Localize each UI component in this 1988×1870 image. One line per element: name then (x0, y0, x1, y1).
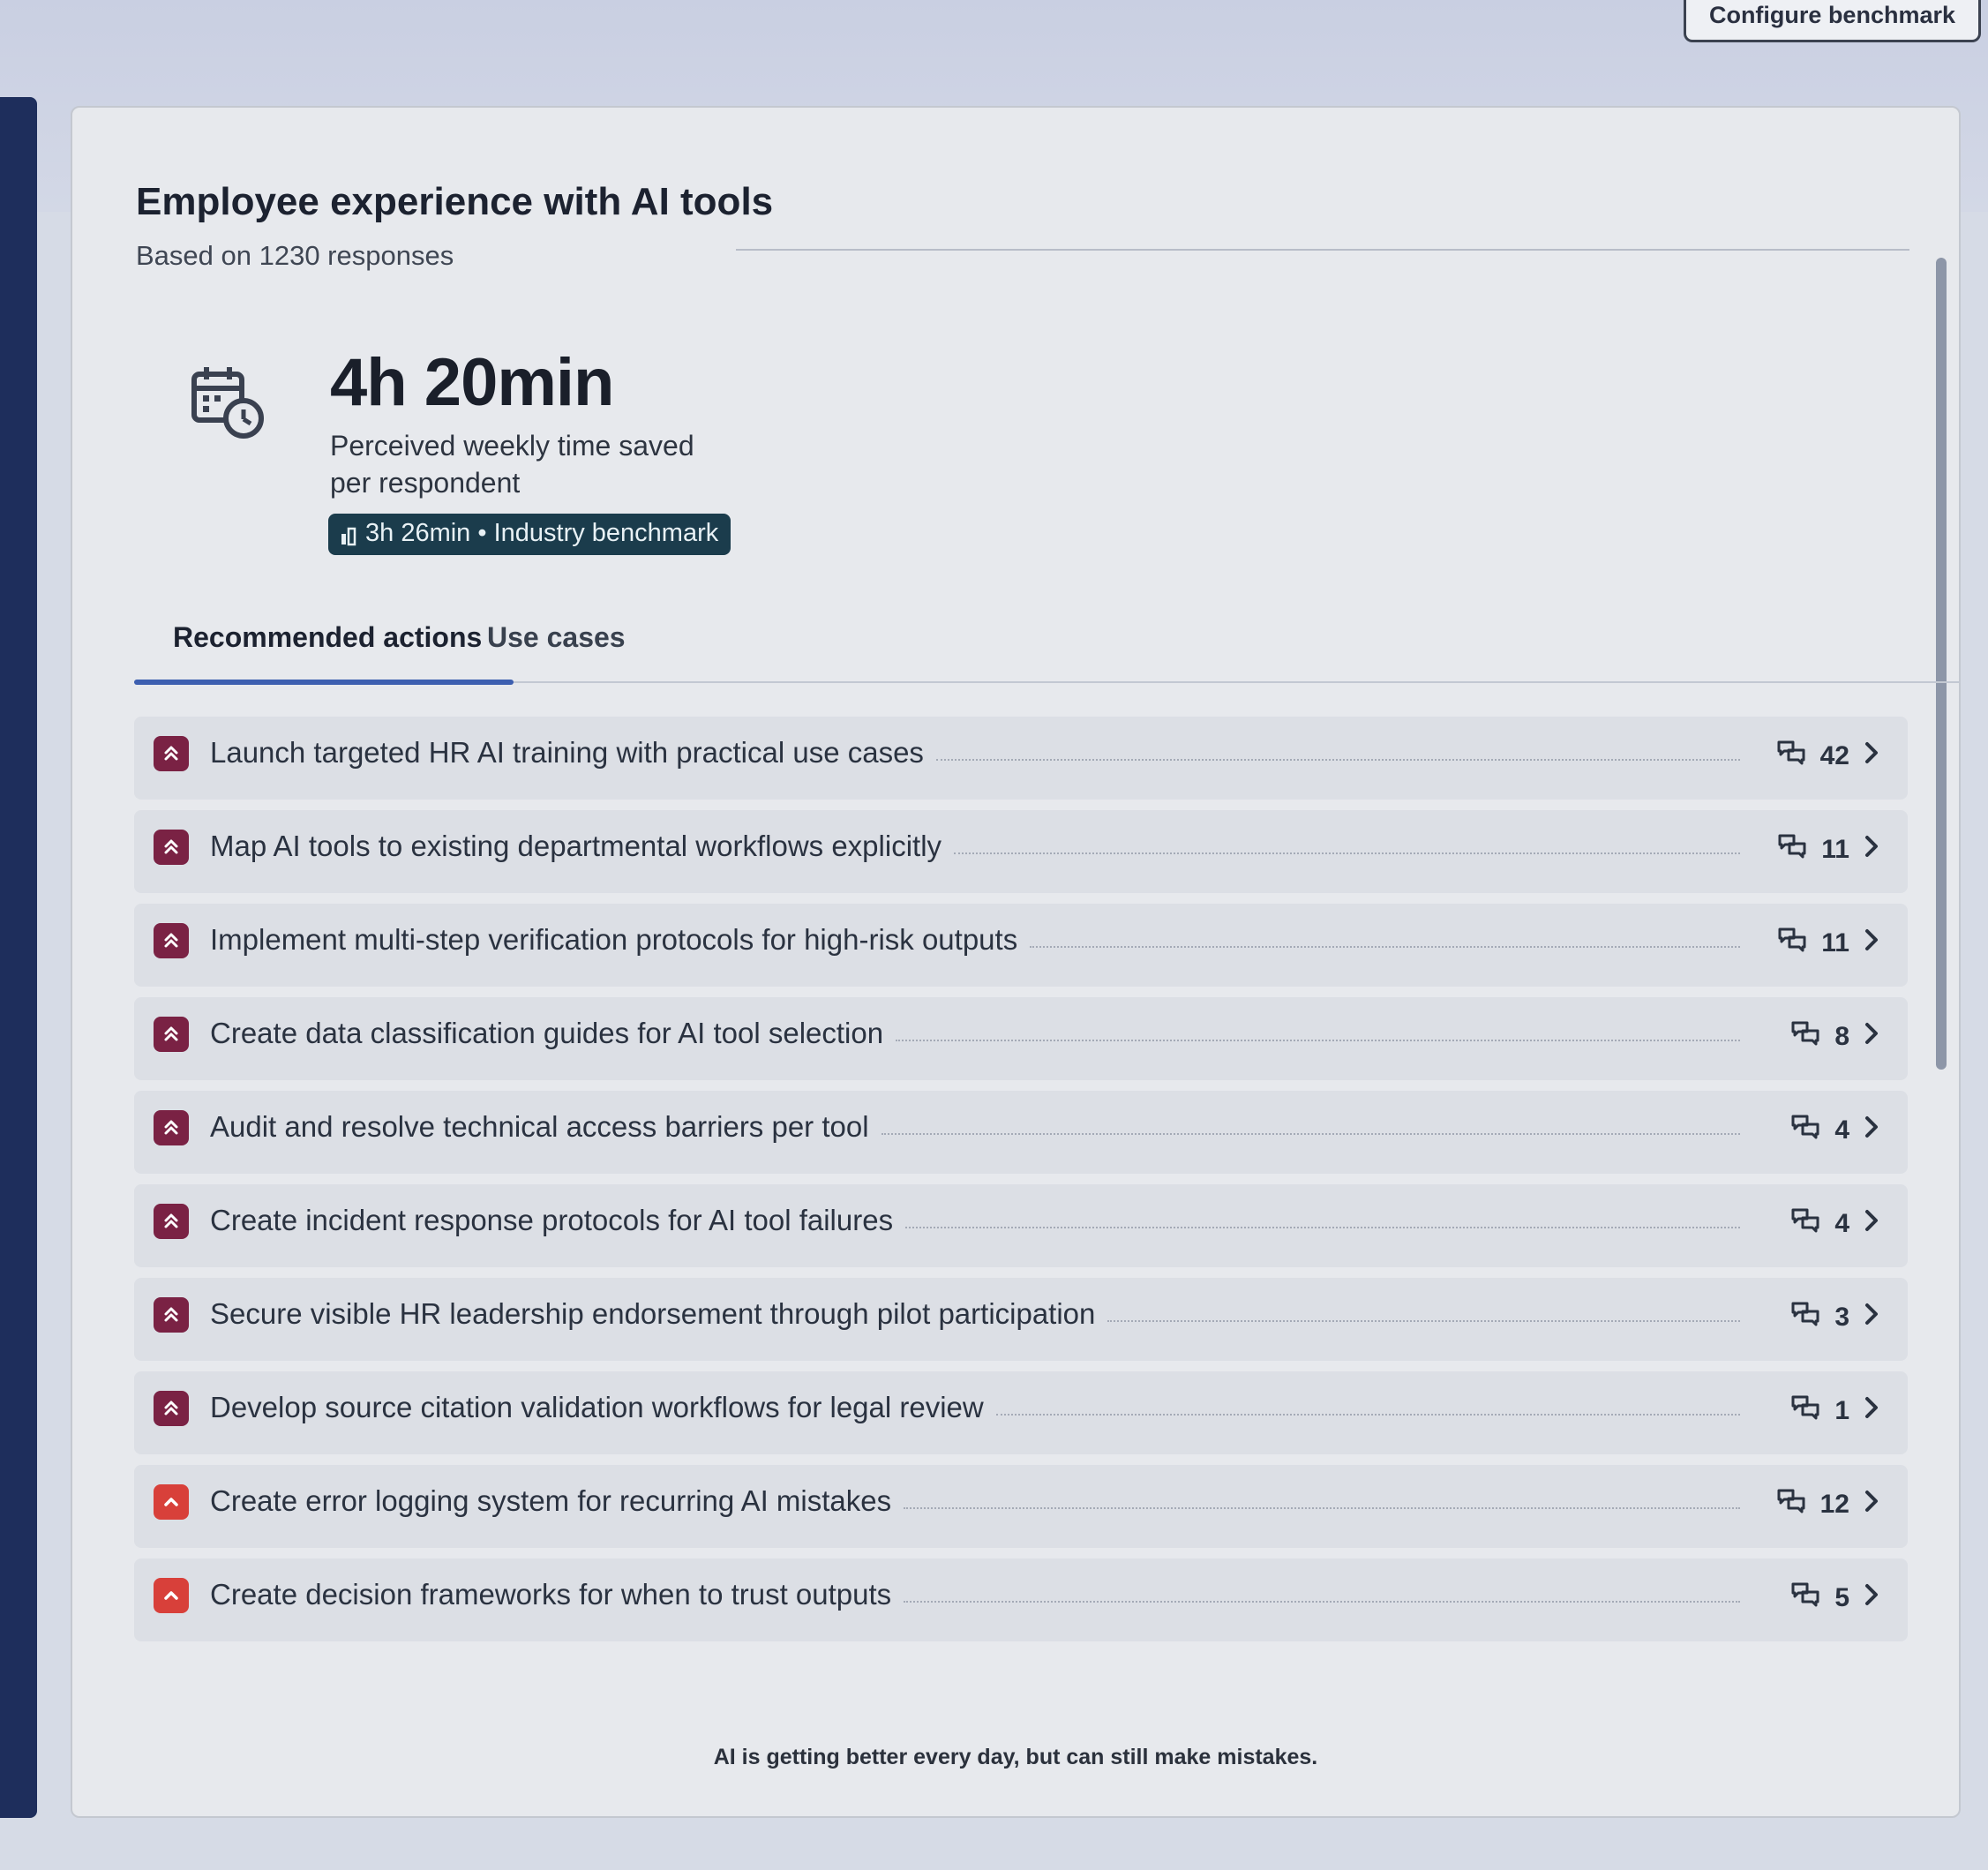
action-label: Secure visible HR leadership endorsement… (210, 1297, 1096, 1330)
comments-icon (1790, 1114, 1820, 1147)
leader-line (1107, 1320, 1740, 1322)
tab-recommended-actions[interactable]: Recommended actions (173, 621, 482, 654)
comment-count: 8 (1834, 1022, 1849, 1051)
priority-high-icon (154, 830, 189, 865)
comments-icon (1790, 1207, 1820, 1241)
comments-icon (1790, 1394, 1820, 1428)
action-meta: 11 (1777, 833, 1879, 867)
leader-line (905, 1227, 1740, 1228)
comment-count: 1 (1834, 1396, 1849, 1425)
tab-use-cases[interactable]: Use cases (487, 621, 626, 654)
comment-count: 12 (1819, 1490, 1849, 1519)
comments-icon (1777, 927, 1807, 960)
priority-high-icon (154, 1297, 189, 1333)
action-label: Audit and resolve technical access barri… (210, 1110, 869, 1143)
action-label: Implement multi-step verification protoc… (210, 923, 1018, 956)
chevron-right-icon[interactable] (1864, 1582, 1879, 1614)
employee-experience-card: Employee experience with AI tools Based … (71, 106, 1961, 1818)
chevron-right-icon[interactable] (1864, 834, 1879, 866)
leader-line (904, 1601, 1740, 1603)
action-row[interactable]: Create decision frameworks for when to t… (134, 1558, 1908, 1641)
action-label: Create data classification guides for AI… (210, 1017, 884, 1049)
leader-line (936, 759, 1740, 761)
action-row[interactable]: Implement multi-step verification protoc… (134, 904, 1908, 987)
comments-icon (1776, 740, 1806, 773)
action-label: Map AI tools to existing departmental wo… (210, 830, 942, 862)
comment-count: 42 (1819, 741, 1849, 770)
action-row[interactable]: Create incident response protocols for A… (134, 1184, 1908, 1267)
chevron-right-icon[interactable] (1864, 1208, 1879, 1240)
action-meta: 42 (1776, 740, 1879, 773)
comments-icon (1776, 1488, 1806, 1521)
card-title: Employee experience with AI tools (136, 180, 774, 223)
time-saved-value: 4h 20min (330, 345, 614, 420)
chevron-right-icon[interactable] (1864, 1395, 1879, 1427)
chevron-right-icon[interactable] (1864, 1115, 1879, 1146)
priority-high-icon (154, 1017, 189, 1052)
comment-count: 11 (1821, 835, 1849, 864)
priority-high-icon (154, 736, 189, 771)
action-label: Create error logging system for recurrin… (210, 1484, 892, 1517)
action-row[interactable]: Create data classification guides for AI… (134, 997, 1908, 1080)
leader-line (896, 1040, 1740, 1041)
comment-count: 4 (1834, 1209, 1849, 1238)
priority-critical-icon (154, 1578, 189, 1613)
action-meta: 11 (1777, 927, 1879, 960)
action-meta: 3 (1790, 1301, 1879, 1334)
action-row[interactable]: Secure visible HR leadership endorsement… (134, 1278, 1908, 1361)
comments-icon (1790, 1301, 1820, 1334)
priority-high-icon (154, 923, 189, 958)
chevron-right-icon[interactable] (1864, 927, 1879, 959)
comments-icon (1790, 1581, 1820, 1615)
action-row[interactable]: Audit and resolve technical access barri… (134, 1091, 1908, 1174)
comments-icon (1790, 1020, 1820, 1054)
card-subtitle: Based on 1230 responses (136, 240, 454, 271)
priority-high-icon (154, 1204, 189, 1239)
comment-count: 5 (1834, 1583, 1849, 1612)
benchmark-text: 3h 26min • Industry benchmark (365, 519, 719, 547)
action-meta: 4 (1790, 1207, 1879, 1241)
leader-line (996, 1414, 1740, 1416)
active-tab-indicator (134, 680, 514, 685)
action-label: Develop source citation validation workf… (210, 1391, 984, 1423)
comment-count: 3 (1834, 1303, 1849, 1332)
action-row[interactable]: Launch targeted HR AI training with prac… (134, 717, 1908, 800)
action-meta: 12 (1776, 1488, 1879, 1521)
action-meta: 8 (1790, 1020, 1879, 1054)
tab-bar: Recommended actions Use cases (134, 611, 1961, 685)
calendar-clock-icon (189, 364, 268, 447)
action-meta: 4 (1790, 1114, 1879, 1147)
recommended-actions-list: Launch targeted HR AI training with prac… (134, 717, 1908, 1652)
industry-benchmark-badge: 3h 26min • Industry benchmark (328, 514, 731, 555)
time-saved-label: Perceived weekly time saved per responde… (330, 430, 694, 499)
priority-high-icon (154, 1391, 189, 1426)
action-row[interactable]: Map AI tools to existing departmental wo… (134, 810, 1908, 893)
comment-count: 11 (1821, 928, 1849, 958)
leader-line (904, 1507, 1740, 1509)
benchmark-bar-icon (341, 524, 356, 545)
chevron-right-icon[interactable] (1864, 1489, 1879, 1521)
title-divider (736, 249, 1909, 251)
leader-line (1030, 946, 1740, 948)
chevron-right-icon[interactable] (1864, 1021, 1879, 1053)
chevron-right-icon[interactable] (1864, 740, 1879, 772)
action-row[interactable]: Create error logging system for recurrin… (134, 1465, 1908, 1548)
leader-line (954, 852, 1740, 854)
comments-icon (1777, 833, 1807, 867)
configure-benchmark-button[interactable]: Configure benchmark (1683, 0, 1981, 42)
action-meta: 1 (1790, 1394, 1879, 1428)
chevron-right-icon[interactable] (1864, 1302, 1879, 1333)
action-label: Create decision frameworks for when to t… (210, 1578, 892, 1611)
leader-line (881, 1133, 1740, 1135)
action-row[interactable]: Develop source citation validation workf… (134, 1371, 1908, 1454)
side-nav-strip (0, 97, 37, 1818)
action-meta: 5 (1790, 1581, 1879, 1615)
ai-disclaimer: AI is getting better every day, but can … (713, 1745, 1318, 1769)
comment-count: 4 (1834, 1115, 1849, 1145)
priority-high-icon (154, 1110, 189, 1145)
action-label: Launch targeted HR AI training with prac… (210, 736, 924, 769)
priority-critical-icon (154, 1484, 189, 1520)
action-label: Create incident response protocols for A… (210, 1204, 894, 1236)
